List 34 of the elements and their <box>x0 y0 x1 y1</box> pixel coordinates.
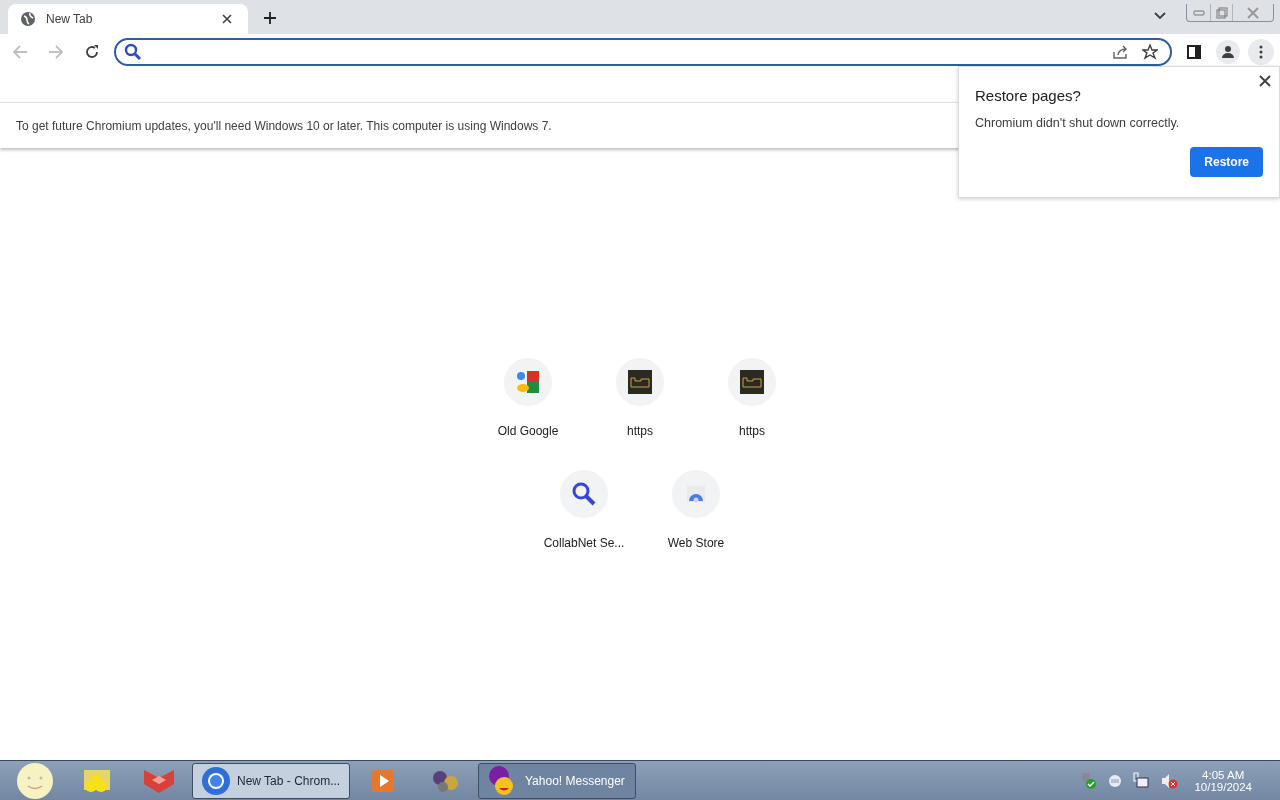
media-player-icon <box>370 767 396 794</box>
search-icon <box>124 43 142 61</box>
close-icon[interactable] <box>1259 75 1271 87</box>
info-bar-message: To get future Chromium updates, you'll need Windows 10 or later. This computer is using Windows 7. <box>16 118 552 133</box>
taskbar-button[interactable]: Yahoo! Messenger <box>478 762 636 799</box>
popup-title: Restore pages? <box>975 87 1082 104</box>
shortcut-tile[interactable]: https <box>696 352 808 448</box>
shortcut-tile[interactable]: CollabNet Se... <box>528 464 640 560</box>
menu-icon[interactable] <box>1248 39 1274 65</box>
restore-icon <box>1215 6 1228 19</box>
shortcut-tile[interactable]: https <box>584 352 696 448</box>
chromium-icon <box>201 765 231 796</box>
restore-button[interactable]: Restore <box>1190 147 1263 177</box>
thumbnail-icon <box>740 370 764 394</box>
google-icon <box>515 369 541 395</box>
browser-tab[interactable]: New Tab <box>8 4 248 34</box>
address-bar[interactable] <box>114 38 1172 66</box>
smiley-icon <box>16 761 54 800</box>
globe-icon <box>20 11 36 27</box>
minimize-icon <box>1192 9 1205 16</box>
clock-date: 10/19/2024 <box>1194 780 1252 793</box>
close-icon <box>1247 6 1259 19</box>
profile-icon[interactable] <box>1216 40 1240 64</box>
network-icon <box>1132 771 1151 790</box>
search-icon <box>571 481 597 507</box>
box-icon <box>142 767 176 794</box>
taskbar-button[interactable]: New Tab - Chrom... <box>192 762 350 799</box>
security-shield-icon <box>1080 771 1099 790</box>
shortcut-tile[interactable]: Web Store <box>640 464 752 560</box>
tab-title: New Tab <box>46 12 94 26</box>
clock-time: 4:05 AM <box>1202 768 1245 781</box>
thumbnail-icon <box>628 370 652 394</box>
shortcut-tile[interactable]: Old Google <box>472 352 584 448</box>
popup-message: Chromium didn't shut down correctly. <box>975 116 1181 130</box>
